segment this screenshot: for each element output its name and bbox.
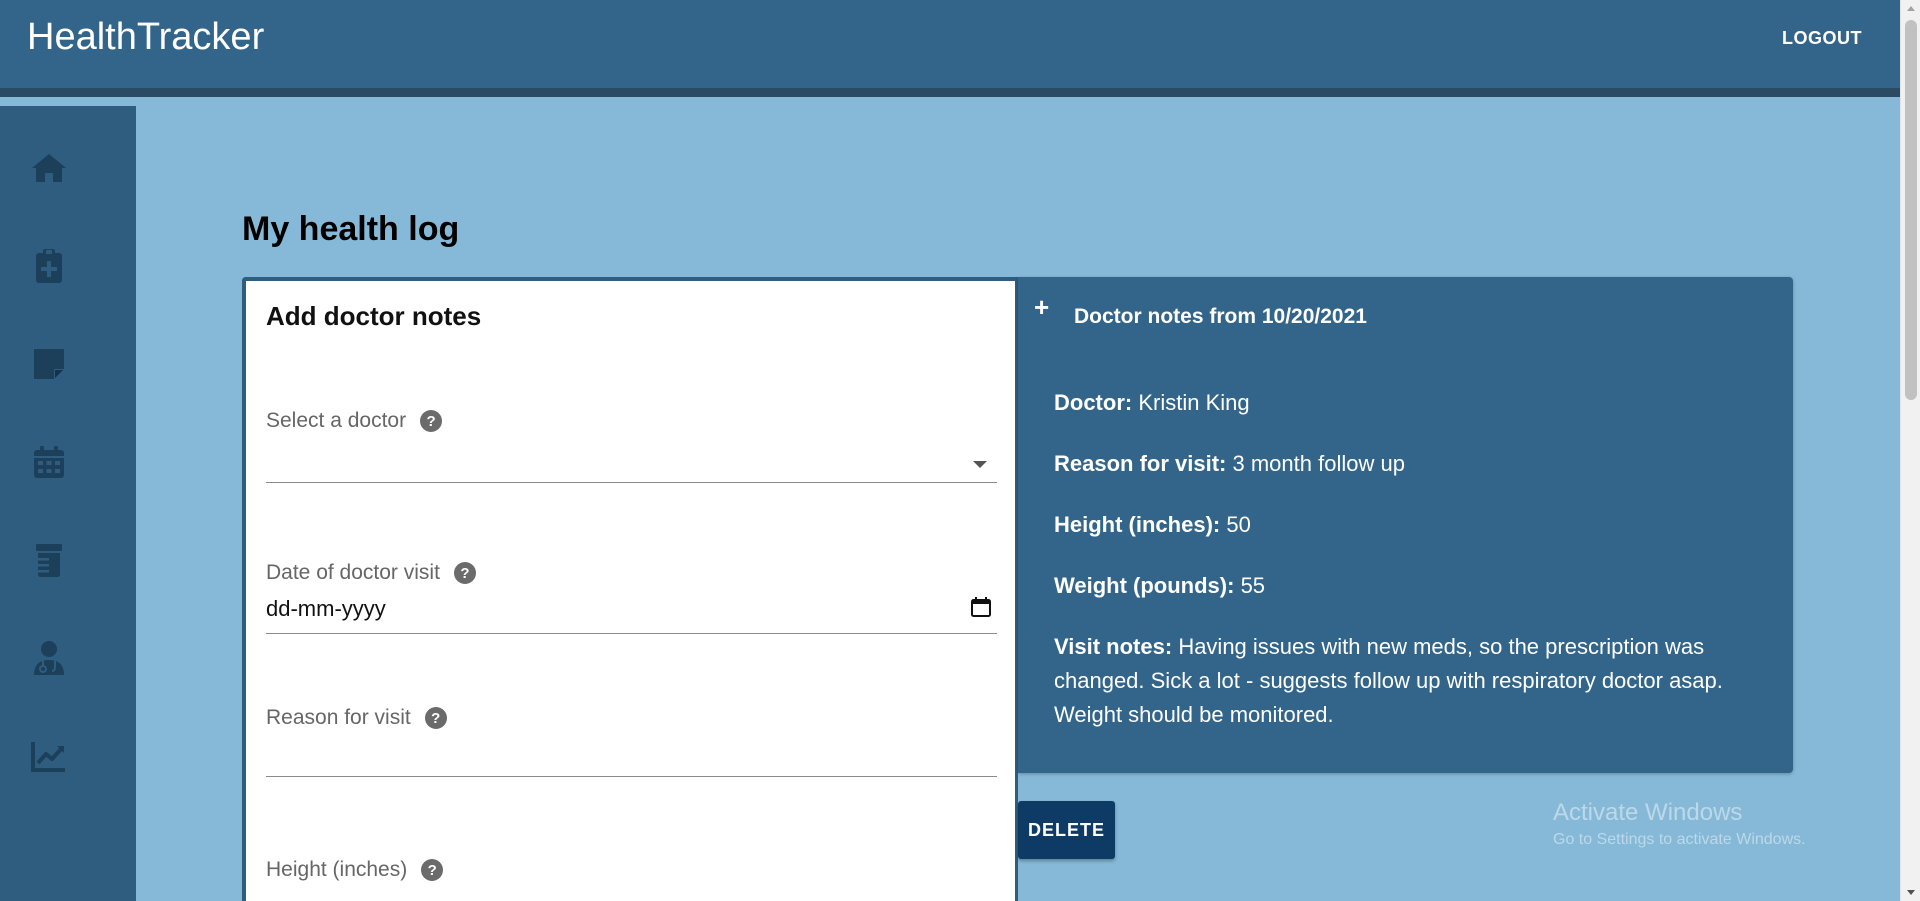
visit-date-label: Date of doctor visit [266,561,440,584]
field-underline [266,776,997,777]
sticky-note-icon[interactable] [29,344,69,384]
delete-button[interactable]: DELETE [1018,801,1115,859]
top-app-bar: HealthTracker LOGOUT [0,0,1900,97]
note-height: Height (inches): 50 [1054,512,1251,537]
height-label: Height (inches) [266,858,408,881]
doctor-select-field[interactable]: Select a doctor ? [266,409,997,483]
note-doctor: Doctor: Kristin King [1054,390,1250,415]
note-reason: Reason for visit: 3 month follow up [1054,451,1405,476]
reason-label: Reason for visit [266,706,411,729]
reason-field[interactable]: Reason for visit ? [266,706,997,786]
prescription-bottle-icon[interactable] [29,540,69,580]
help-icon[interactable]: ? [420,410,443,432]
add-doctor-notes-form: Add doctor notes Select a doctor ? Date … [242,277,1018,901]
scrollbar-thumb[interactable] [1905,20,1917,400]
logout-button[interactable]: LOGOUT [1782,28,1862,49]
watermark-title: Activate Windows [1553,799,1743,826]
note-weight: Weight (pounds): 55 [1054,573,1266,598]
home-icon[interactable] [29,148,69,188]
note-visit-notes: Visit notes: Having issues with new meds… [1054,634,1723,727]
scroll-down-arrow[interactable] [1907,890,1915,895]
height-field[interactable]: Height (inches) ? [266,858,997,898]
page-title: My health log [242,210,460,248]
notes-heading: Doctor notes from 10/20/2021 [1074,305,1367,328]
chevron-down-icon[interactable] [973,461,987,468]
activate-windows-watermark: Activate Windows Go to Settings to activ… [1553,799,1806,849]
chart-line-icon[interactable] [29,736,69,776]
visit-date-field[interactable]: Date of doctor visit ? dd-mm-yyyy [266,561,997,641]
field-underline [266,633,997,634]
help-icon[interactable]: ? [453,562,476,584]
help-icon[interactable]: ? [424,707,447,729]
form-title: Add doctor notes [266,301,482,331]
scroll-up-arrow[interactable] [1907,6,1915,11]
visit-date-input[interactable]: dd-mm-yyyy [266,596,386,622]
watermark-subtitle: Go to Settings to activate Windows. [1553,831,1806,848]
doctor-select-label: Select a doctor [266,409,407,432]
plus-icon[interactable]: + [1034,292,1049,323]
doctor-icon[interactable] [29,638,69,678]
field-underline [266,482,997,483]
app-brand: HealthTracker [27,16,265,58]
calendar-icon[interactable] [29,442,69,482]
vertical-scrollbar[interactable] [1900,0,1920,901]
clipboard-plus-icon[interactable] [29,246,69,286]
doctor-notes-panel: + Doctor notes from 10/20/2021 Doctor: K… [1018,277,1793,773]
sidebar-nav [0,106,136,901]
help-icon[interactable]: ? [421,859,444,881]
calendar-picker-icon[interactable] [969,595,993,619]
